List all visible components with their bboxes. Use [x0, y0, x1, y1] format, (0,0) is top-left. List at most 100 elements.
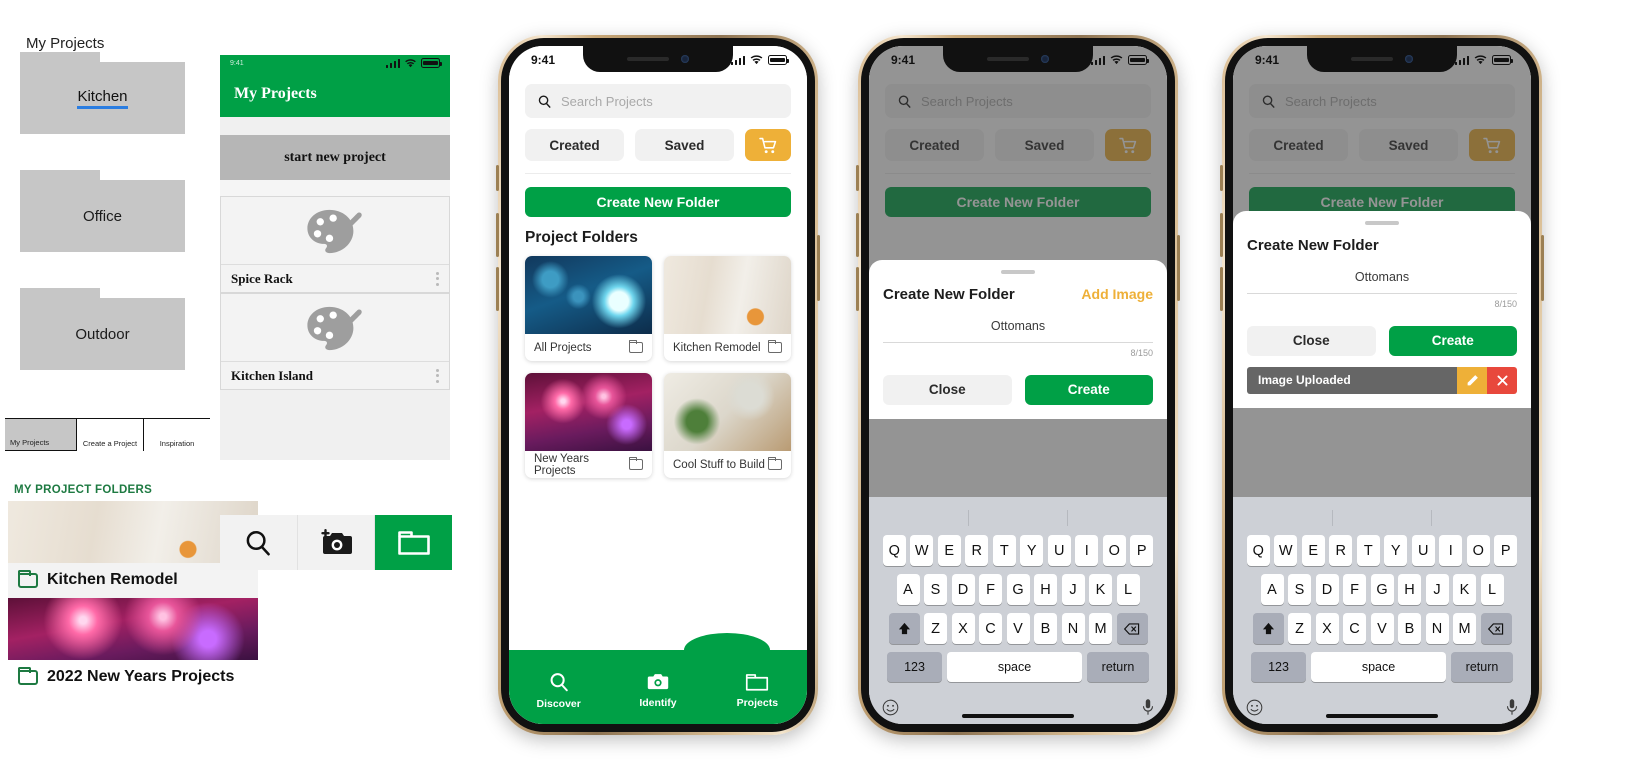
wireframe-icon-search[interactable] [220, 515, 298, 570]
add-image-button[interactable]: Add Image [1081, 286, 1153, 302]
key-m[interactable]: M [1089, 613, 1112, 644]
close-x-icon[interactable] [1487, 366, 1517, 394]
close-button[interactable]: Close [883, 374, 1012, 405]
key-q[interactable]: Q [882, 535, 906, 566]
key-n[interactable]: N [1425, 613, 1449, 644]
key-y[interactable]: Y [1020, 535, 1044, 566]
wireframe-tab-my-projects[interactable]: My Projects [5, 419, 77, 451]
key-x[interactable]: X [1315, 613, 1339, 644]
key-b[interactable]: B [1034, 613, 1057, 644]
shift-up-icon[interactable] [888, 613, 920, 644]
key-o[interactable]: O [1102, 535, 1126, 566]
key-k[interactable]: K [1453, 574, 1476, 605]
key-s[interactable]: S [924, 574, 947, 605]
key-l[interactable]: L [1116, 574, 1140, 605]
key-j[interactable]: J [1061, 574, 1085, 605]
mute-switch[interactable] [856, 165, 859, 191]
key-h[interactable]: H [1398, 574, 1421, 605]
wireframe-tab-inspiration[interactable]: Inspiration [143, 419, 210, 451]
sheet-grabber[interactable] [1365, 221, 1399, 225]
sheet-grabber[interactable] [1001, 270, 1035, 274]
home-indicator[interactable] [1326, 714, 1438, 718]
power-button[interactable] [1541, 235, 1544, 301]
key-z[interactable]: Z [924, 613, 947, 644]
search-input[interactable]: Search Projects [525, 84, 791, 118]
wireframe-start-new-project-button[interactable]: start new project [220, 135, 450, 180]
space-key[interactable]: space [1311, 652, 1446, 682]
key-n[interactable]: N [1061, 613, 1085, 644]
numbers-key[interactable]: 123 [887, 652, 942, 682]
key-p[interactable]: P [1130, 535, 1154, 566]
key-r[interactable]: R [965, 535, 989, 566]
volume-down-button[interactable] [856, 267, 859, 311]
wireframe-folder-kitchen[interactable]: Kitchen [20, 52, 185, 134]
create-new-folder-button[interactable]: Create New Folder [525, 187, 791, 217]
key-x[interactable]: X [951, 613, 975, 644]
folder-tile-cool-stuff-to-build[interactable]: Cool Stuff to Build [664, 373, 791, 478]
folder-name-input[interactable]: Ottomans [883, 319, 1153, 343]
mute-switch[interactable] [496, 165, 499, 191]
folder-tile-kitchen-remodel[interactable]: Kitchen Remodel [664, 256, 791, 361]
wireframe-folder-outdoor[interactable]: Outdoor [20, 288, 185, 370]
close-button[interactable]: Close [1247, 325, 1376, 356]
key-h[interactable]: H [1034, 574, 1057, 605]
backspace-icon[interactable] [1480, 613, 1512, 644]
key-i[interactable]: I [1439, 535, 1463, 566]
key-d[interactable]: D [1315, 574, 1339, 605]
key-d[interactable]: D [951, 574, 975, 605]
key-u[interactable]: U [1411, 535, 1435, 566]
volume-up-button[interactable] [1220, 213, 1223, 257]
key-g[interactable]: G [1370, 574, 1394, 605]
wireframe-project-card[interactable]: Spice Rack [220, 196, 450, 293]
volume-down-button[interactable] [496, 267, 499, 311]
key-a[interactable]: A [1260, 574, 1284, 605]
key-u[interactable]: U [1047, 535, 1071, 566]
create-button[interactable]: Create [1388, 325, 1517, 356]
wireframe-folder-office[interactable]: Office [20, 170, 185, 252]
folder-tile-all-projects[interactable]: All Projects [525, 256, 652, 361]
more-options-icon[interactable] [436, 271, 439, 286]
return-key[interactable]: return [1087, 652, 1149, 682]
predictive-bar[interactable] [869, 501, 1167, 535]
return-key[interactable]: return [1451, 652, 1513, 682]
key-p[interactable]: P [1494, 535, 1518, 566]
key-t[interactable]: T [992, 535, 1016, 566]
key-j[interactable]: J [1425, 574, 1449, 605]
wireframe-icon-camera-add[interactable] [298, 515, 376, 570]
key-b[interactable]: B [1398, 613, 1421, 644]
predictive-bar[interactable] [1233, 501, 1531, 535]
filter-saved[interactable]: Saved [635, 129, 734, 161]
wireframe-project-card[interactable]: Kitchen Island [220, 293, 450, 390]
space-key[interactable]: space [947, 652, 1082, 682]
tab-identify[interactable]: Identify [608, 672, 707, 709]
power-button[interactable] [817, 235, 820, 301]
backspace-icon[interactable] [1116, 613, 1148, 644]
create-button[interactable]: Create [1024, 374, 1153, 405]
key-m[interactable]: M [1453, 613, 1476, 644]
shift-up-icon[interactable] [1252, 613, 1284, 644]
key-g[interactable]: G [1006, 574, 1030, 605]
key-f[interactable]: F [979, 574, 1002, 605]
power-button[interactable] [1177, 235, 1180, 301]
wireframe-folder-thumb-fireworks[interactable] [8, 598, 258, 660]
pencil-edit-icon[interactable] [1457, 366, 1487, 394]
more-options-icon[interactable] [436, 368, 439, 383]
key-s[interactable]: S [1288, 574, 1311, 605]
key-i[interactable]: I [1075, 535, 1099, 566]
key-v[interactable]: V [1006, 613, 1030, 644]
key-a[interactable]: A [896, 574, 920, 605]
key-o[interactable]: O [1466, 535, 1490, 566]
folder-tile-new-years-projects[interactable]: New Years Projects [525, 373, 652, 478]
wireframe-tab-create-a-project[interactable]: Create a Project [77, 419, 143, 451]
key-y[interactable]: Y [1384, 535, 1408, 566]
key-w[interactable]: W [910, 535, 934, 566]
filter-created[interactable]: Created [525, 129, 624, 161]
cart-button[interactable] [745, 129, 791, 161]
key-e[interactable]: E [1301, 535, 1325, 566]
key-c[interactable]: C [979, 613, 1002, 644]
key-t[interactable]: T [1356, 535, 1380, 566]
mute-switch[interactable] [1220, 165, 1223, 191]
tab-projects[interactable]: Projects [708, 672, 807, 709]
numbers-key[interactable]: 123 [1251, 652, 1306, 682]
key-k[interactable]: K [1089, 574, 1112, 605]
